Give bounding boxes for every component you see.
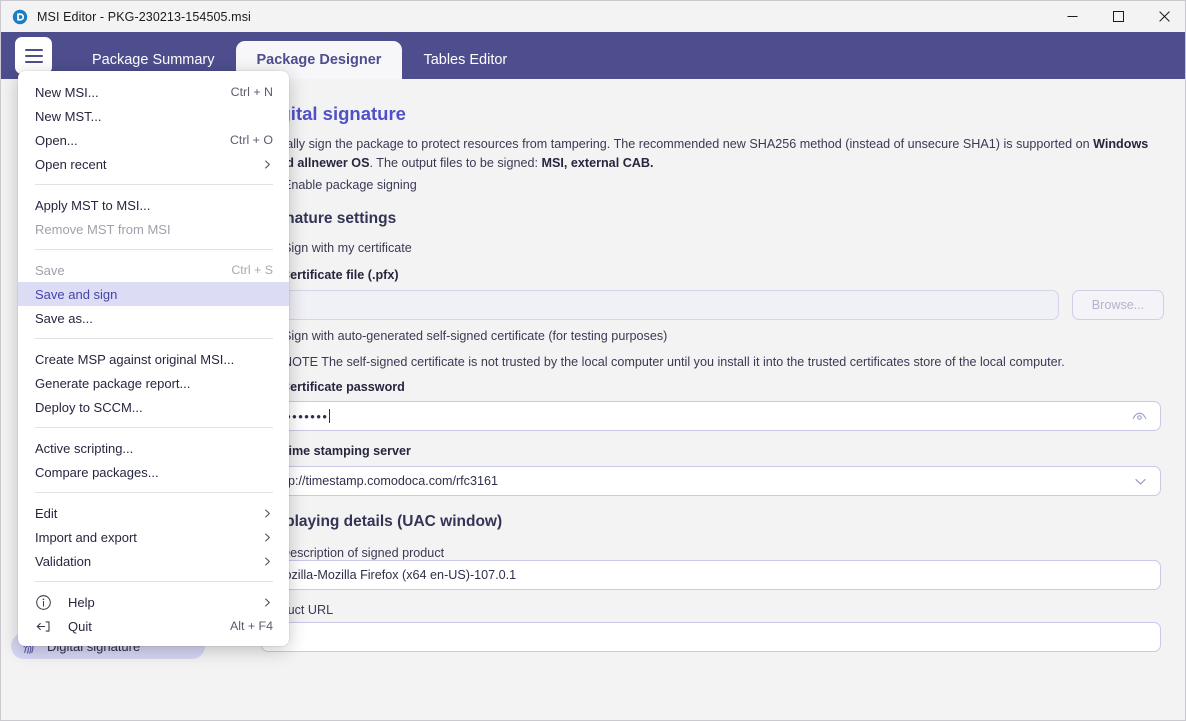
timestamp-server-label: Time stamping server: [281, 444, 411, 458]
menu-item-save-and-sign[interactable]: Save and sign: [18, 282, 289, 306]
description-label: Description of signed product: [281, 546, 445, 560]
menu-item-validation[interactable]: Validation: [18, 549, 289, 573]
exit-icon: [36, 620, 50, 632]
menu-item-create-msp[interactable]: Create MSP against original MSI...: [18, 347, 289, 371]
msi-editor-window: MSI Editor - PKG-230213-154505.msi Packa…: [0, 0, 1186, 721]
menu-item-apply-mst-to-msi[interactable]: Apply MST to MSI...: [18, 193, 289, 217]
menu-item-label: Edit: [35, 505, 58, 521]
menu-item-import-and-export[interactable]: Import and export: [18, 525, 289, 549]
minimize-button[interactable]: [1049, 1, 1095, 32]
menu-item-label: Generate package report...: [35, 375, 191, 391]
menu-item-label: New MST...: [35, 108, 102, 124]
main-menu-popup: New MSI... Ctrl + N New MST... Open... C…: [18, 71, 289, 646]
menu-item-label: Apply MST to MSI...: [35, 197, 151, 213]
timestamp-server-select[interactable]: http://timestamp.comodoca.com/rfc3161: [261, 466, 1161, 496]
menu-item-accelerator: Ctrl + O: [229, 133, 273, 147]
menu-item-new-mst[interactable]: New MST...: [18, 104, 289, 128]
msi-editor-logo-icon: [12, 9, 28, 24]
hamburger-icon-bar: [24, 48, 43, 51]
hamburger-icon-bar: [24, 54, 43, 57]
close-icon: [1158, 11, 1170, 22]
menu-item-label: Quit: [68, 618, 92, 634]
window-title: MSI Editor - PKG-230213-154505.msi: [37, 9, 251, 24]
product-url-input[interactable]: [261, 622, 1161, 652]
menu-item-open[interactable]: Open... Ctrl + O: [18, 128, 289, 152]
menu-item-label: Import and export: [35, 529, 137, 545]
menu-item-compare-packages[interactable]: Compare packages...: [18, 460, 289, 484]
title-bar: MSI Editor - PKG-230213-154505.msi: [1, 1, 1185, 32]
close-button[interactable]: [1141, 1, 1185, 32]
sign-with-self-signed-label: Sign with auto-generated self-signed cer…: [283, 329, 668, 343]
chevron-right-icon: [265, 533, 270, 541]
certificate-password-input[interactable]: •••••••••: [261, 401, 1161, 431]
menu-item-label: Help: [68, 594, 95, 610]
menu-separator: [35, 338, 273, 339]
menu-item-generate-package-report[interactable]: Generate package report...: [18, 371, 289, 395]
menu-item-label: Save: [35, 262, 65, 278]
uac-section-title: Displaying details (UAC window): [261, 513, 503, 530]
menu-item-save: Save Ctrl + S: [18, 258, 289, 282]
menu-item-label: Open recent: [35, 156, 107, 172]
menu-item-remove-mst-from-msi: Remove MST from MSI: [18, 217, 289, 241]
menu-separator: [35, 249, 273, 250]
text-cursor: [329, 409, 331, 423]
menu-item-label: Save as...: [35, 310, 93, 326]
timestamp-server-value: http://timestamp.comodoca.com/rfc3161: [274, 474, 498, 488]
minimize-icon: [1067, 16, 1077, 17]
main-menu-button[interactable]: [15, 37, 52, 74]
browse-button[interactable]: Browse...: [1072, 290, 1164, 320]
menu-item-label: Compare packages...: [35, 464, 159, 480]
menu-item-accelerator: Ctrl + S: [231, 263, 273, 277]
chevron-right-icon: [265, 557, 270, 565]
menu-item-deploy-to-sccm[interactable]: Deploy to SCCM...: [18, 395, 289, 419]
menu-item-accelerator: Ctrl + N: [230, 85, 273, 99]
intro-text-1: Digitally sign the package to protect re…: [261, 137, 1094, 151]
sign-with-my-certificate-label: Sign with my certificate: [283, 241, 412, 255]
description-value: Mozilla-Mozilla Firefox (x64 en-US)-107.…: [274, 568, 517, 582]
menu-item-label: Remove MST from MSI: [35, 221, 171, 237]
self-signed-note: NOTE The self-signed certificate is not …: [283, 355, 1065, 369]
menu-item-label: Deploy to SCCM...: [35, 399, 143, 415]
menu-item-label: New MSI...: [35, 84, 99, 100]
hamburger-icon-bar: [24, 60, 43, 63]
menu-separator: [35, 492, 273, 493]
menu-item-open-recent[interactable]: Open recent: [18, 152, 289, 176]
menu-item-label: Validation: [35, 553, 92, 569]
menu-item-active-scripting[interactable]: Active scripting...: [18, 436, 289, 460]
menu-item-label: Open...: [35, 132, 78, 148]
menu-separator: [35, 427, 273, 428]
tab-tables-editor[interactable]: Tables Editor: [402, 41, 528, 79]
eye-icon[interactable]: [1131, 408, 1148, 425]
menu-separator: [35, 581, 273, 582]
menu-item-edit[interactable]: Edit: [18, 501, 289, 525]
intro-paragraph: Digitally sign the package to protect re…: [261, 135, 1151, 173]
chevron-right-icon: [265, 509, 270, 517]
maximize-icon: [1112, 11, 1124, 22]
chevron-down-icon[interactable]: [1133, 474, 1148, 489]
description-input[interactable]: Mozilla-Mozilla Firefox (x64 en-US)-107.…: [261, 560, 1161, 590]
certificate-file-input[interactable]: [261, 290, 1059, 320]
chevron-right-icon: [265, 598, 270, 606]
menu-item-accelerator: Alt + F4: [229, 619, 273, 633]
intro-text-2: newer OS: [311, 156, 370, 170]
menu-item-label: Active scripting...: [35, 440, 134, 456]
main-panel: Digital signature Digitally sign the pac…: [259, 79, 1185, 720]
intro-bold-2: MSI, external CAB.: [541, 156, 654, 170]
menu-item-quit[interactable]: Quit Alt + F4: [18, 614, 289, 638]
menu-item-save-as[interactable]: Save as...: [18, 306, 289, 330]
certificate-password-label: Certificate password: [281, 380, 405, 394]
enable-package-signing-label: Enable package signing: [283, 178, 417, 192]
menu-item-new-msi[interactable]: New MSI... Ctrl + N: [18, 80, 289, 104]
menu-item-label: Save and sign: [35, 286, 118, 302]
menu-separator: [35, 184, 273, 185]
info-circle-icon: [36, 594, 51, 610]
maximize-button[interactable]: [1095, 1, 1141, 32]
certificate-file-label: Certificate file (.pfx): [281, 268, 399, 282]
intro-text-3: . The output files to be signed:: [369, 156, 542, 170]
chevron-right-icon: [265, 160, 270, 168]
menu-item-help[interactable]: Help: [18, 590, 289, 614]
menu-item-label: Create MSP against original MSI...: [35, 351, 235, 367]
